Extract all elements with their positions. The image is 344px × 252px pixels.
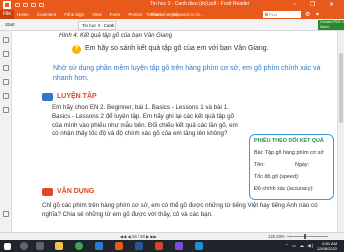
- ribbon-menu-bar: File Home Comment Fill & Sign View Form …: [0, 10, 344, 19]
- system-tray[interactable]: ⌃ ▭ ☁ ◀): [285, 243, 314, 249]
- window-controls[interactable]: − ❐ ✕: [293, 1, 340, 8]
- foxit-icon[interactable]: [115, 242, 123, 250]
- box-lesson: Bài: Tập gõ hàng phím cơ sở: [254, 150, 324, 156]
- summary-paragraph: Nhờ sử dụng phần mềm luyện tập gõ trên h…: [53, 65, 321, 82]
- navigation-panel: [0, 31, 12, 232]
- close-tab-icon[interactable]: ✕: [110, 23, 113, 28]
- collapse-icon[interactable]: [3, 211, 9, 217]
- apply-paragraph: Chỉ gõ các phím trên hàng phím cơ sở, em…: [42, 202, 318, 218]
- settings-icon[interactable]: ⚙ ▾: [305, 11, 321, 18]
- apply-title: VẬN DỤNG: [57, 188, 95, 195]
- undo-icon[interactable]: [39, 3, 44, 7]
- zoom-slider-handle[interactable]: [304, 234, 306, 239]
- app-icon[interactable]: [175, 242, 183, 250]
- bookmark-icon[interactable]: [3, 51, 9, 57]
- start-menu-icon[interactable]: [4, 243, 11, 250]
- powerpoint-icon[interactable]: [155, 242, 163, 250]
- layers-icon[interactable]: [3, 79, 9, 85]
- taskbar: ⌃ ▭ ☁ ◀) 6:51 AM 12/08/2022: [0, 240, 344, 252]
- tab-comment[interactable]: Comment: [37, 12, 56, 17]
- pages-icon[interactable]: [3, 65, 9, 71]
- tab-fill-sign[interactable]: Fill & Sign: [64, 12, 84, 17]
- clock-date: 12/08/2022: [317, 246, 338, 251]
- clock[interactable]: 6:51 AM 12/08/2022: [317, 241, 337, 251]
- tab-view[interactable]: View: [92, 12, 101, 17]
- document-tab-bar: Start Tin hoc 3 - Canh dieu (... ✕ Conve…: [0, 19, 344, 31]
- file-explorer-icon[interactable]: [55, 242, 63, 250]
- vertical-scrollbar[interactable]: [337, 31, 344, 232]
- zoom-slider[interactable]: [288, 236, 328, 237]
- start-tab[interactable]: Start: [0, 19, 78, 31]
- result-tracking-box: PHIẾU THEO DÕI KẾT QUẢ Bài: Tập gõ hàng …: [249, 134, 334, 200]
- tab-protect[interactable]: Protect: [128, 12, 142, 17]
- page-navigator[interactable]: ◀◀ ◀ 28 / 56 ▶ ▶▶: [120, 234, 157, 239]
- box-speed-label: Tốc độ gõ (speed):: [254, 174, 300, 180]
- zalo-icon[interactable]: [195, 242, 203, 250]
- box-accuracy-label: Độ chính xác (accuracy):: [254, 186, 314, 192]
- attachment-icon[interactable]: [3, 93, 9, 99]
- window-title: Tin hoc 3 - Canh dieu (do).pdf - Foxit R…: [150, 1, 250, 7]
- tab-home[interactable]: Home: [17, 12, 29, 17]
- edge-icon[interactable]: [95, 242, 103, 250]
- apply-icon: [42, 188, 53, 196]
- box-heading: PHIẾU THEO DÕI KẾT QUẢ: [254, 138, 324, 144]
- scrollbar-thumb[interactable]: [339, 53, 343, 123]
- tell-me-box[interactable]: Tell me what you want to do...: [146, 10, 204, 19]
- find-input[interactable]: Find: [263, 11, 301, 18]
- question-text: Em hãy so sánh kết quả tập gõ của em với…: [85, 45, 269, 52]
- box-date-label: Ngày:: [295, 162, 310, 168]
- practice-title: LUYỆN TẬP: [57, 93, 97, 100]
- tab-form[interactable]: Form: [110, 12, 120, 17]
- search-taskbar-icon[interactable]: [20, 242, 28, 250]
- status-bar: ◀◀ ◀ 28 / 56 ▶ ▶▶ 125.33% − +: [0, 232, 344, 240]
- chrome-icon[interactable]: [75, 242, 83, 250]
- print-icon[interactable]: [31, 3, 36, 7]
- title-bar: Tin hoc 3 - Canh dieu (do).pdf - Foxit R…: [0, 0, 344, 10]
- keyboard-icon: [42, 93, 53, 101]
- question-icon: ?: [72, 45, 81, 54]
- app-logo-icon: [3, 1, 11, 9]
- word-icon[interactable]: [135, 242, 143, 250]
- figure-caption: Hình 4. Kết quả tập gõ của bạn Vân Giang: [59, 33, 173, 39]
- box-name-label: Tên:: [254, 162, 265, 168]
- save-icon[interactable]: [23, 3, 28, 7]
- hand-tool-icon[interactable]: [3, 37, 9, 43]
- file-menu[interactable]: File: [0, 10, 14, 19]
- comments-icon[interactable]: [3, 107, 9, 113]
- practice-paragraph: Em hãy chọn EN 2. Beginner, bài 1. Basic…: [52, 104, 238, 138]
- open-icon[interactable]: [15, 3, 20, 7]
- document-page: Hình 4. Kết quả tập gõ của bạn Vân Giang…: [12, 31, 337, 232]
- convert-button[interactable]: Convert PDF 2 Word: [318, 20, 344, 30]
- task-view-icon[interactable]: [36, 242, 44, 250]
- search-icon: [265, 13, 268, 16]
